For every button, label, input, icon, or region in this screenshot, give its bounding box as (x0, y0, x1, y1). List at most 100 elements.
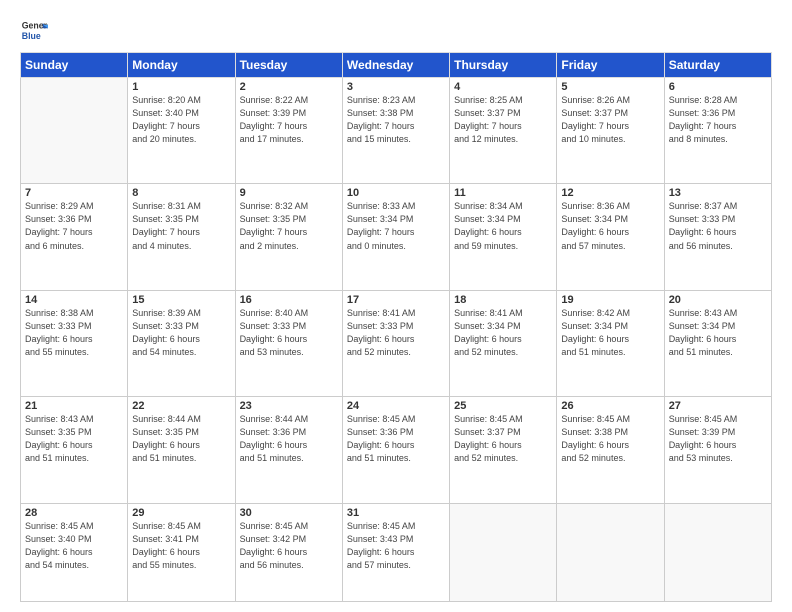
day-number: 10 (347, 187, 445, 199)
calendar-cell: 10Sunrise: 8:33 AM Sunset: 3:34 PM Dayli… (342, 184, 449, 290)
calendar-cell: 13Sunrise: 8:37 AM Sunset: 3:33 PM Dayli… (664, 184, 771, 290)
day-info: Sunrise: 8:36 AM Sunset: 3:34 PM Dayligh… (561, 200, 659, 252)
weekday-header-saturday: Saturday (664, 53, 771, 78)
day-info: Sunrise: 8:40 AM Sunset: 3:33 PM Dayligh… (240, 307, 338, 359)
day-info: Sunrise: 8:37 AM Sunset: 3:33 PM Dayligh… (669, 200, 767, 252)
day-info: Sunrise: 8:34 AM Sunset: 3:34 PM Dayligh… (454, 200, 552, 252)
week-row-4: 28Sunrise: 8:45 AM Sunset: 3:40 PM Dayli… (21, 503, 772, 602)
day-info: Sunrise: 8:33 AM Sunset: 3:34 PM Dayligh… (347, 200, 445, 252)
calendar-cell: 29Sunrise: 8:45 AM Sunset: 3:41 PM Dayli… (128, 503, 235, 602)
calendar-cell (557, 503, 664, 602)
day-info: Sunrise: 8:44 AM Sunset: 3:35 PM Dayligh… (132, 413, 230, 465)
weekday-header-thursday: Thursday (450, 53, 557, 78)
calendar-cell: 21Sunrise: 8:43 AM Sunset: 3:35 PM Dayli… (21, 397, 128, 503)
day-info: Sunrise: 8:25 AM Sunset: 3:37 PM Dayligh… (454, 94, 552, 146)
calendar-cell: 8Sunrise: 8:31 AM Sunset: 3:35 PM Daylig… (128, 184, 235, 290)
day-info: Sunrise: 8:45 AM Sunset: 3:42 PM Dayligh… (240, 520, 338, 572)
week-row-3: 21Sunrise: 8:43 AM Sunset: 3:35 PM Dayli… (21, 397, 772, 503)
day-number: 8 (132, 187, 230, 199)
calendar-cell: 1Sunrise: 8:20 AM Sunset: 3:40 PM Daylig… (128, 78, 235, 184)
calendar-cell: 24Sunrise: 8:45 AM Sunset: 3:36 PM Dayli… (342, 397, 449, 503)
logo: General Blue (20, 16, 52, 44)
calendar-cell: 30Sunrise: 8:45 AM Sunset: 3:42 PM Dayli… (235, 503, 342, 602)
svg-text:Blue: Blue (22, 31, 41, 41)
week-row-0: 1Sunrise: 8:20 AM Sunset: 3:40 PM Daylig… (21, 78, 772, 184)
calendar-cell: 22Sunrise: 8:44 AM Sunset: 3:35 PM Dayli… (128, 397, 235, 503)
calendar-cell: 11Sunrise: 8:34 AM Sunset: 3:34 PM Dayli… (450, 184, 557, 290)
weekday-header-sunday: Sunday (21, 53, 128, 78)
calendar-cell: 6Sunrise: 8:28 AM Sunset: 3:36 PM Daylig… (664, 78, 771, 184)
calendar-cell: 31Sunrise: 8:45 AM Sunset: 3:43 PM Dayli… (342, 503, 449, 602)
weekday-header-wednesday: Wednesday (342, 53, 449, 78)
calendar-cell: 20Sunrise: 8:43 AM Sunset: 3:34 PM Dayli… (664, 290, 771, 396)
day-number: 19 (561, 294, 659, 306)
weekday-header-monday: Monday (128, 53, 235, 78)
weekday-header-friday: Friday (557, 53, 664, 78)
calendar-cell (664, 503, 771, 602)
day-number: 29 (132, 507, 230, 519)
calendar-cell: 23Sunrise: 8:44 AM Sunset: 3:36 PM Dayli… (235, 397, 342, 503)
day-info: Sunrise: 8:44 AM Sunset: 3:36 PM Dayligh… (240, 413, 338, 465)
day-number: 22 (132, 400, 230, 412)
calendar-cell: 9Sunrise: 8:32 AM Sunset: 3:35 PM Daylig… (235, 184, 342, 290)
week-row-2: 14Sunrise: 8:38 AM Sunset: 3:33 PM Dayli… (21, 290, 772, 396)
day-info: Sunrise: 8:41 AM Sunset: 3:33 PM Dayligh… (347, 307, 445, 359)
day-number: 1 (132, 81, 230, 93)
calendar-cell: 19Sunrise: 8:42 AM Sunset: 3:34 PM Dayli… (557, 290, 664, 396)
day-number: 6 (669, 81, 767, 93)
day-number: 25 (454, 400, 552, 412)
day-number: 7 (25, 187, 123, 199)
day-number: 20 (669, 294, 767, 306)
day-info: Sunrise: 8:22 AM Sunset: 3:39 PM Dayligh… (240, 94, 338, 146)
day-info: Sunrise: 8:45 AM Sunset: 3:38 PM Dayligh… (561, 413, 659, 465)
calendar-cell: 18Sunrise: 8:41 AM Sunset: 3:34 PM Dayli… (450, 290, 557, 396)
day-number: 4 (454, 81, 552, 93)
day-number: 23 (240, 400, 338, 412)
day-number: 16 (240, 294, 338, 306)
calendar-cell: 15Sunrise: 8:39 AM Sunset: 3:33 PM Dayli… (128, 290, 235, 396)
calendar-page: General Blue SundayMondayTuesdayWednesda… (0, 0, 792, 612)
day-info: Sunrise: 8:26 AM Sunset: 3:37 PM Dayligh… (561, 94, 659, 146)
calendar-cell: 26Sunrise: 8:45 AM Sunset: 3:38 PM Dayli… (557, 397, 664, 503)
day-number: 2 (240, 81, 338, 93)
weekday-header-row: SundayMondayTuesdayWednesdayThursdayFrid… (21, 53, 772, 78)
calendar-cell: 17Sunrise: 8:41 AM Sunset: 3:33 PM Dayli… (342, 290, 449, 396)
day-info: Sunrise: 8:45 AM Sunset: 3:36 PM Dayligh… (347, 413, 445, 465)
header: General Blue (20, 16, 772, 44)
day-number: 30 (240, 507, 338, 519)
weekday-header-tuesday: Tuesday (235, 53, 342, 78)
calendar-cell: 27Sunrise: 8:45 AM Sunset: 3:39 PM Dayli… (664, 397, 771, 503)
day-info: Sunrise: 8:32 AM Sunset: 3:35 PM Dayligh… (240, 200, 338, 252)
day-number: 5 (561, 81, 659, 93)
day-number: 3 (347, 81, 445, 93)
day-number: 26 (561, 400, 659, 412)
day-info: Sunrise: 8:45 AM Sunset: 3:37 PM Dayligh… (454, 413, 552, 465)
calendar-cell: 5Sunrise: 8:26 AM Sunset: 3:37 PM Daylig… (557, 78, 664, 184)
day-info: Sunrise: 8:45 AM Sunset: 3:41 PM Dayligh… (132, 520, 230, 572)
day-info: Sunrise: 8:41 AM Sunset: 3:34 PM Dayligh… (454, 307, 552, 359)
day-info: Sunrise: 8:29 AM Sunset: 3:36 PM Dayligh… (25, 200, 123, 252)
day-number: 24 (347, 400, 445, 412)
day-info: Sunrise: 8:42 AM Sunset: 3:34 PM Dayligh… (561, 307, 659, 359)
week-row-1: 7Sunrise: 8:29 AM Sunset: 3:36 PM Daylig… (21, 184, 772, 290)
calendar-cell: 3Sunrise: 8:23 AM Sunset: 3:38 PM Daylig… (342, 78, 449, 184)
calendar-cell: 7Sunrise: 8:29 AM Sunset: 3:36 PM Daylig… (21, 184, 128, 290)
day-number: 14 (25, 294, 123, 306)
day-info: Sunrise: 8:43 AM Sunset: 3:34 PM Dayligh… (669, 307, 767, 359)
calendar-cell: 14Sunrise: 8:38 AM Sunset: 3:33 PM Dayli… (21, 290, 128, 396)
calendar-cell: 25Sunrise: 8:45 AM Sunset: 3:37 PM Dayli… (450, 397, 557, 503)
calendar-cell: 16Sunrise: 8:40 AM Sunset: 3:33 PM Dayli… (235, 290, 342, 396)
day-info: Sunrise: 8:38 AM Sunset: 3:33 PM Dayligh… (25, 307, 123, 359)
day-info: Sunrise: 8:31 AM Sunset: 3:35 PM Dayligh… (132, 200, 230, 252)
day-number: 17 (347, 294, 445, 306)
day-info: Sunrise: 8:45 AM Sunset: 3:39 PM Dayligh… (669, 413, 767, 465)
day-number: 21 (25, 400, 123, 412)
day-number: 27 (669, 400, 767, 412)
day-number: 28 (25, 507, 123, 519)
day-number: 11 (454, 187, 552, 199)
day-number: 12 (561, 187, 659, 199)
logo-icon: General Blue (20, 16, 48, 44)
day-info: Sunrise: 8:28 AM Sunset: 3:36 PM Dayligh… (669, 94, 767, 146)
day-info: Sunrise: 8:45 AM Sunset: 3:43 PM Dayligh… (347, 520, 445, 572)
day-number: 9 (240, 187, 338, 199)
